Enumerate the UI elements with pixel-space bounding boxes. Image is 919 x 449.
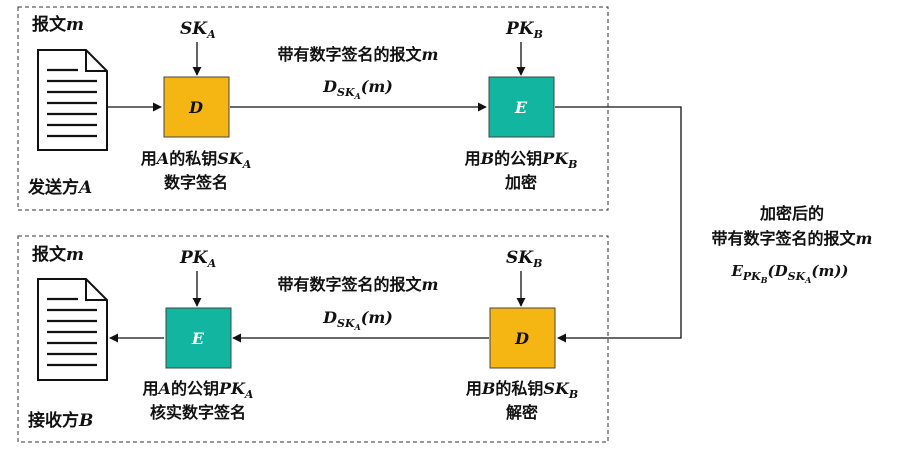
receiver-verify-caption-line2: 核实数字签名 <box>150 403 246 422</box>
receiver-message-label: 报文m <box>32 244 84 265</box>
receiver-decrypt-caption-line2: 解密 <box>506 403 538 422</box>
sender-sign-caption-line1: 用A的私钥SKA <box>141 149 252 171</box>
sender-sign-key: SKA <box>180 19 216 41</box>
receiver-signed-formula: DSKA(m) <box>322 308 393 332</box>
channel-formula: EPKB(DSKA(m)) <box>730 262 848 285</box>
receiver-decrypt-caption-line1: 用B的私钥SKB <box>466 379 578 401</box>
sender-sign-caption-line2: 数字签名 <box>164 173 228 192</box>
sender-message-label: 报文m <box>32 14 84 35</box>
sender-name: 发送方A <box>27 177 92 198</box>
channel-connector <box>555 106 682 343</box>
sender-encrypt-key: PKB <box>505 19 543 41</box>
receiver-verify-key: PKA <box>179 248 217 270</box>
encrypt-box-letter: E <box>514 98 528 117</box>
sender-encrypt-caption-line2: 加密 <box>504 173 537 192</box>
receiver-signed-label: 带有数字签名的报文m <box>278 275 439 294</box>
sign-box-letter: D <box>188 98 203 117</box>
sender-document-icon <box>37 49 108 151</box>
sender-signed-label: 带有数字签名的报文m <box>278 45 439 64</box>
receiver-decrypt-key: SKB <box>506 248 542 270</box>
sender-encrypt-caption-line1: 用B的公钥PKB <box>465 149 578 171</box>
channel-line1: 加密后的 <box>759 204 824 223</box>
sender-signed-formula: DSKA(m) <box>322 77 393 101</box>
verify-box-letter: E <box>191 329 205 348</box>
receiver-name: 接收方B <box>28 410 93 431</box>
decrypt-box-letter: D <box>514 329 529 348</box>
channel-line2: 带有数字签名的报文m <box>712 229 873 248</box>
receiver-verify-caption-line1: 用A的公钥PKA <box>143 379 254 401</box>
signature-diagram: 报文m SKA D 用A的私钥SKA 数字签名 发送方A 带有数字签名的报文m … <box>17 6 873 443</box>
receiver-document-icon <box>37 278 108 381</box>
